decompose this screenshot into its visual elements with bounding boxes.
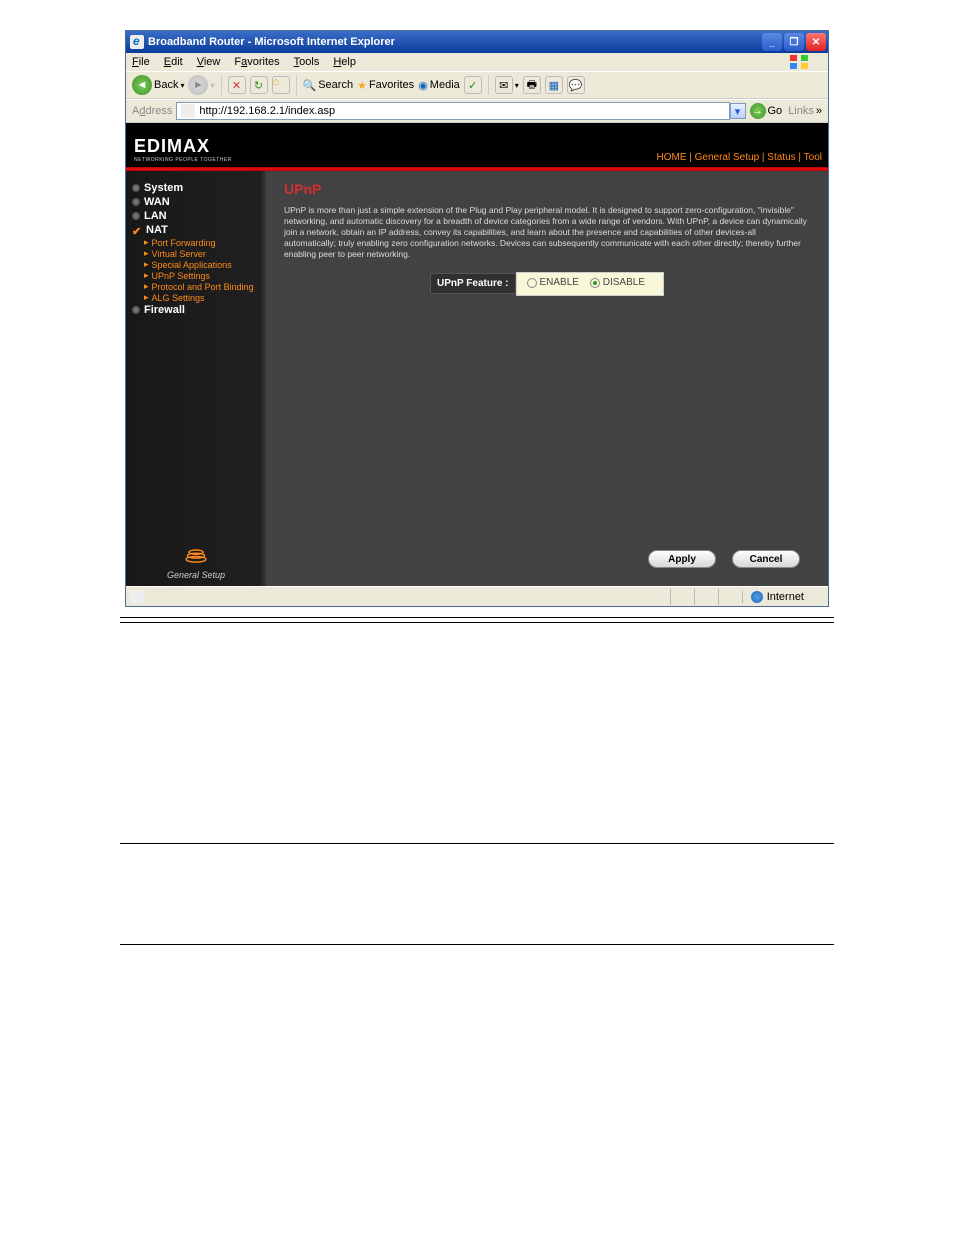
window-title: Broadband Router - Microsoft Internet Ex… bbox=[148, 36, 762, 48]
print-button[interactable]: 🖶 bbox=[523, 76, 541, 94]
url-input[interactable]: http://192.168.2.1/index.asp bbox=[176, 102, 729, 120]
back-button[interactable]: ◄Back▾ bbox=[132, 75, 184, 95]
router-page: EDIMAX NETWORKING PEOPLE TOGETHER HOME |… bbox=[126, 123, 828, 586]
brand-logo: EDIMAX NETWORKING PEOPLE TOGETHER bbox=[134, 136, 232, 163]
close-button[interactable]: ✕ bbox=[806, 33, 826, 51]
main-panel: UPnP UPnP is more than just a simple ext… bbox=[266, 171, 828, 586]
mail-button[interactable]: ✉▾ bbox=[495, 76, 519, 94]
arrow-icon: ▸ bbox=[144, 248, 149, 259]
menu-help[interactable]: Help bbox=[333, 56, 356, 68]
sidebar-nav: System WAN LAN ✔NAT ▸Port Forwarding ▸Vi… bbox=[126, 171, 266, 586]
sidebar-sub-virtual-server[interactable]: ▸Virtual Server bbox=[132, 248, 262, 259]
menu-tools[interactable]: Tools bbox=[294, 56, 320, 68]
sidebar-sub-special-applications[interactable]: ▸Special Applications bbox=[132, 259, 262, 270]
media-button[interactable]: ◉Media bbox=[418, 79, 460, 92]
links-chevron-icon[interactable]: » bbox=[816, 105, 822, 117]
zone-indicator: Internet bbox=[742, 591, 824, 603]
arrow-icon: ▸ bbox=[144, 237, 149, 248]
tab-status[interactable]: Status bbox=[767, 152, 795, 163]
stop-button[interactable]: ✕ bbox=[228, 76, 246, 94]
go-button[interactable]: →Go bbox=[750, 103, 783, 119]
links-label[interactable]: Links bbox=[788, 105, 814, 117]
arrow-icon: ▸ bbox=[144, 292, 149, 303]
check-icon: ✔ bbox=[132, 225, 142, 235]
tab-tool[interactable]: Tool bbox=[804, 152, 822, 163]
sidebar-item-wan[interactable]: WAN bbox=[132, 195, 262, 209]
separator-lines bbox=[120, 617, 834, 623]
sidebar-sub-port-forwarding[interactable]: ▸Port Forwarding bbox=[132, 237, 262, 248]
menu-bar: File Edit View Favorites Tools Help bbox=[126, 53, 828, 71]
upnp-feature-row: UPnP Feature : ENABLE DISABLE bbox=[284, 272, 810, 296]
menu-edit[interactable]: Edit bbox=[164, 56, 183, 68]
sidebar-sub-alg-settings[interactable]: ▸ALG Settings bbox=[132, 292, 262, 303]
discuss-button[interactable]: 💬 bbox=[567, 76, 585, 94]
bullet-icon bbox=[132, 306, 140, 314]
page-title: UPnP bbox=[284, 181, 810, 197]
sidebar-footer: General Setup bbox=[126, 545, 266, 580]
search-button[interactable]: 🔍Search bbox=[303, 79, 354, 92]
globe-icon bbox=[751, 591, 763, 603]
menu-favorites[interactable]: Favorites bbox=[234, 56, 279, 68]
restore-button[interactable]: ❐ bbox=[784, 33, 804, 51]
bullet-icon bbox=[132, 212, 140, 220]
ie-icon bbox=[130, 590, 144, 604]
home-button[interactable]: ⌂ bbox=[272, 76, 290, 94]
cancel-button[interactable]: Cancel bbox=[732, 550, 800, 568]
page-description: UPnP is more than just a simple extensio… bbox=[284, 205, 810, 260]
sidebar-item-firewall[interactable]: Firewall bbox=[132, 303, 262, 317]
tab-general-setup[interactable]: General Setup bbox=[695, 152, 760, 163]
title-bar: Broadband Router - Microsoft Internet Ex… bbox=[126, 31, 828, 53]
separator-lines bbox=[120, 944, 834, 945]
arrow-icon: ▸ bbox=[144, 270, 149, 281]
page-header: EDIMAX NETWORKING PEOPLE TOGETHER HOME |… bbox=[126, 123, 828, 167]
forward-button[interactable]: ►▾ bbox=[188, 75, 214, 95]
minimize-button[interactable]: _ bbox=[762, 33, 782, 51]
sidebar-sub-upnp-settings[interactable]: ▸UPnP Settings bbox=[132, 270, 262, 281]
arrow-icon: ▸ bbox=[144, 259, 149, 270]
action-buttons: Apply Cancel bbox=[648, 550, 800, 568]
radio-enable[interactable]: ENABLE bbox=[527, 277, 579, 288]
menu-view[interactable]: View bbox=[197, 56, 221, 68]
top-nav: HOME | General Setup | Status | Tool bbox=[656, 152, 822, 163]
sidebar-sub-protocol-port-binding[interactable]: ▸Protocol and Port Binding bbox=[132, 281, 262, 292]
favorites-button[interactable]: ★Favorites bbox=[357, 79, 414, 92]
rings-icon bbox=[181, 545, 211, 565]
sidebar-item-nat[interactable]: ✔NAT bbox=[132, 223, 262, 237]
menu-file[interactable]: File bbox=[132, 56, 150, 68]
upnp-feature-label: UPnP Feature : bbox=[430, 273, 516, 294]
separator-lines bbox=[120, 843, 834, 844]
toolbar: ◄Back▾ ►▾ ✕ ↻ ⌂ 🔍Search ★Favorites ◉Medi… bbox=[126, 71, 828, 99]
url-dropdown[interactable]: ▾ bbox=[730, 103, 746, 119]
windows-flag-icon bbox=[790, 55, 808, 69]
apply-button[interactable]: Apply bbox=[648, 550, 716, 568]
arrow-icon: ▸ bbox=[144, 281, 149, 292]
ie-icon bbox=[130, 35, 144, 49]
radio-disable[interactable]: DISABLE bbox=[590, 277, 645, 288]
sidebar-item-lan[interactable]: LAN bbox=[132, 209, 262, 223]
address-bar: Address http://192.168.2.1/index.asp ▾ →… bbox=[126, 99, 828, 123]
bullet-icon bbox=[132, 184, 140, 192]
bullet-icon bbox=[132, 198, 140, 206]
upnp-feature-options: ENABLE DISABLE bbox=[516, 272, 665, 296]
refresh-button[interactable]: ↻ bbox=[250, 76, 268, 94]
sidebar-item-system[interactable]: System bbox=[132, 181, 262, 195]
address-label: Address bbox=[132, 105, 172, 117]
edit-page-button[interactable]: ▦ bbox=[545, 76, 563, 94]
page-icon bbox=[181, 104, 195, 118]
status-bar: Internet bbox=[126, 586, 828, 606]
ie-window: Broadband Router - Microsoft Internet Ex… bbox=[125, 30, 829, 607]
radio-icon bbox=[590, 278, 600, 288]
radio-icon bbox=[527, 278, 537, 288]
tab-home[interactable]: HOME bbox=[656, 152, 686, 163]
history-button[interactable]: ✓ bbox=[464, 76, 482, 94]
